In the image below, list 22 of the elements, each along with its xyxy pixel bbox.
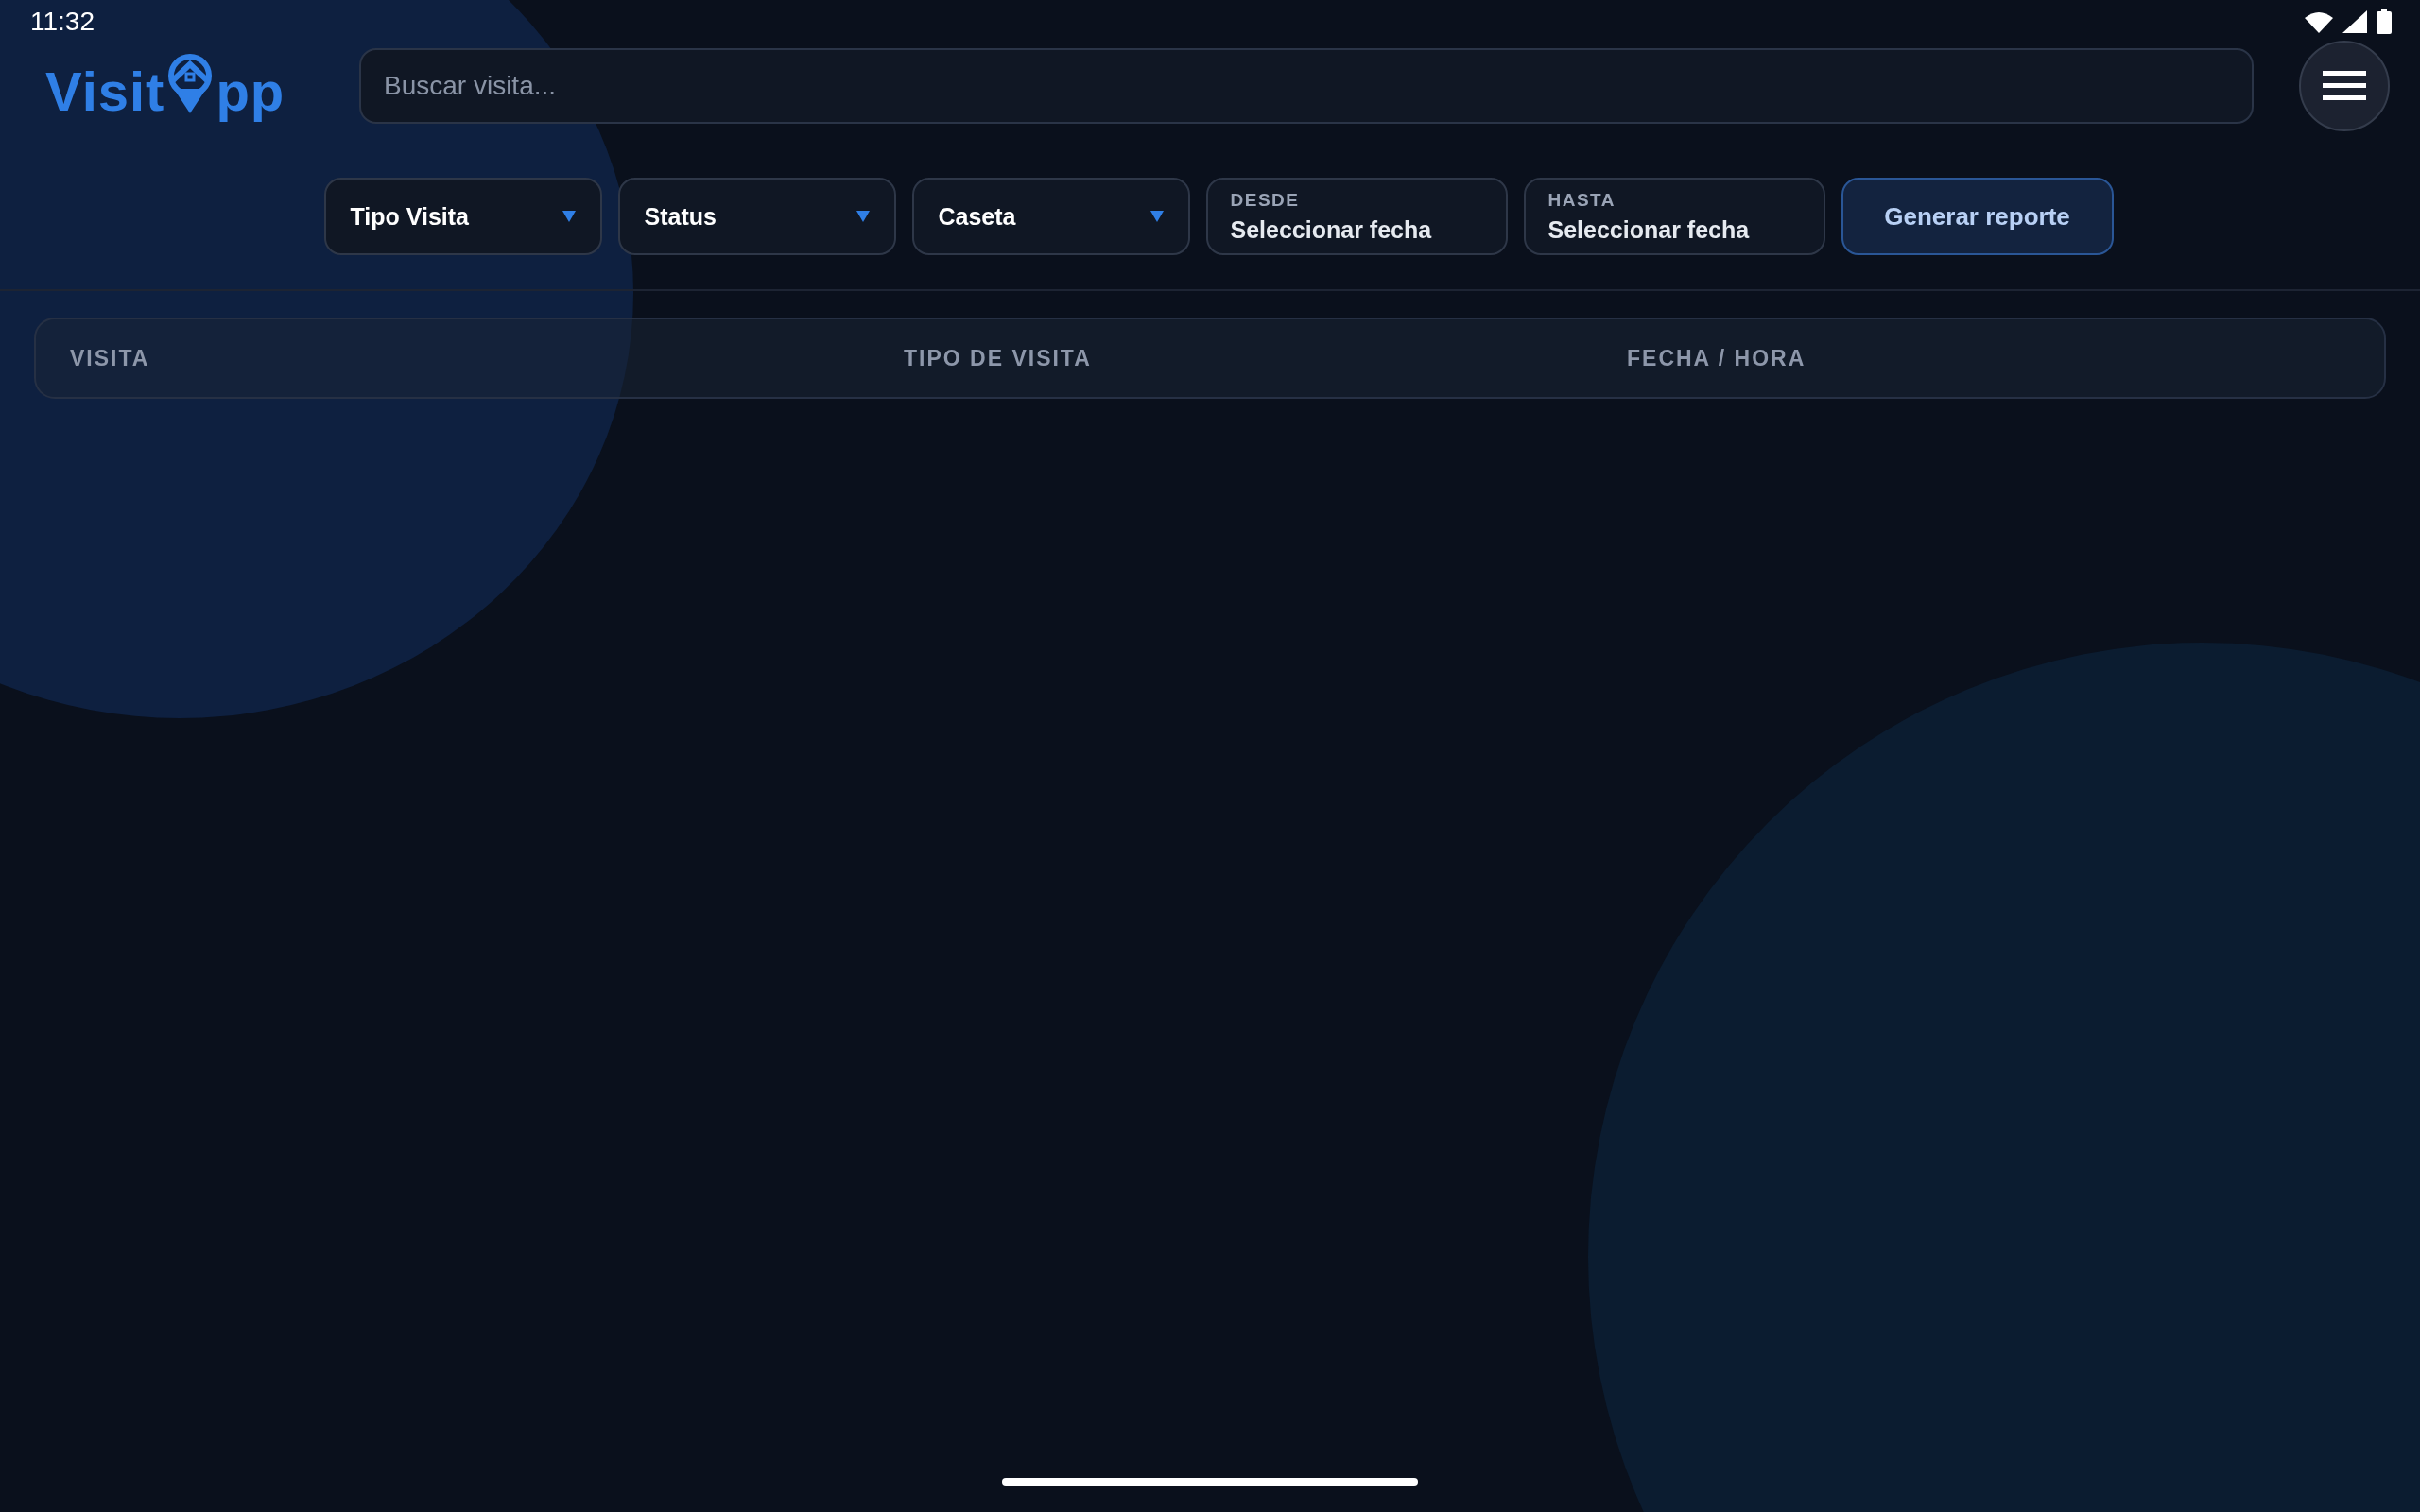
column-header: FECHA / HORA xyxy=(1627,345,1806,371)
date-value: Seleccionar fecha xyxy=(1230,215,1433,244)
dropdown[interactable]: Status xyxy=(617,178,896,255)
report-button[interactable]: Generar reporte xyxy=(1841,178,2114,255)
menu-icon xyxy=(2323,71,2366,101)
status-time: 11:32 xyxy=(30,7,95,37)
dropdown-caret-icon xyxy=(856,211,870,222)
dropdown-caret-icon xyxy=(562,211,576,222)
dropdown[interactable]: Tipo Visita xyxy=(323,178,602,255)
dropdown[interactable]: Caseta xyxy=(911,178,1190,255)
date-field[interactable]: DESDE Seleccionar fecha xyxy=(1205,178,1508,255)
column-header: VISITA xyxy=(70,345,150,371)
signal-icon xyxy=(2342,10,2367,33)
date-label: HASTA xyxy=(1547,189,1617,211)
wifi-icon xyxy=(2305,10,2333,33)
dropdown-caret-icon xyxy=(1150,211,1164,222)
date-value: Seleccionar fecha xyxy=(1547,215,1751,244)
date-field[interactable]: HASTA Seleccionar fecha xyxy=(1523,178,1825,255)
date-label: DESDE xyxy=(1230,189,1301,211)
column-header: TIPO DE VISITA xyxy=(904,345,1092,371)
search-field[interactable]: Buscar visita... xyxy=(359,48,2254,124)
battery-icon xyxy=(2377,9,2392,34)
